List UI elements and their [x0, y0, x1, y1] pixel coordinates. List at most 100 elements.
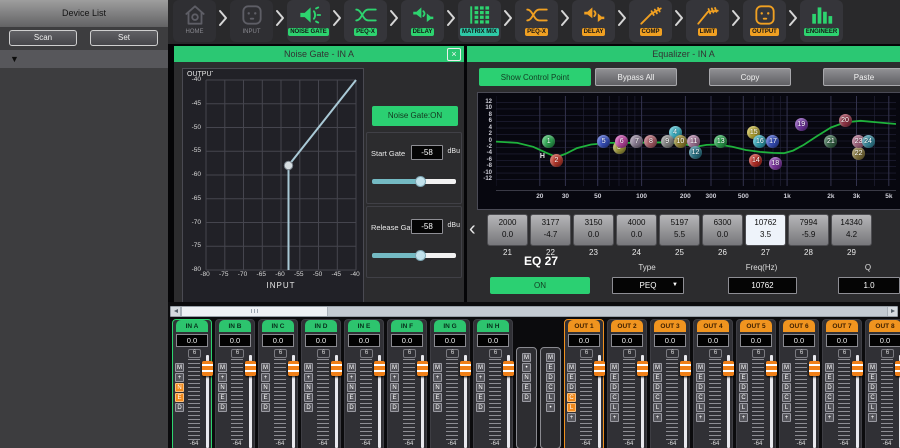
channel-button-d[interactable]: D: [261, 403, 270, 412]
eq-band-cell[interactable]: 3177-4.7: [530, 214, 571, 246]
channel-strip-out-6[interactable]: OUT 60.0MEDCL+6-64: [779, 319, 819, 448]
channel-strip-out-8[interactable]: OUT 80.0MEDCL+6-64: [865, 319, 900, 448]
channel-button-+[interactable]: +: [304, 373, 313, 382]
fader-handle[interactable]: [460, 361, 471, 376]
channel-button-d[interactable]: D: [175, 403, 184, 412]
channel-button-l[interactable]: L: [546, 393, 555, 402]
release-gate-value[interactable]: -58: [411, 219, 443, 234]
channel-button-c[interactable]: C: [653, 393, 662, 402]
eq-point-7[interactable]: 7: [630, 135, 643, 148]
channel-button-m[interactable]: M: [522, 353, 531, 362]
channel-button-+[interactable]: +: [610, 413, 619, 422]
channel-button-d[interactable]: D: [546, 373, 555, 382]
threshold-handle[interactable]: [284, 161, 292, 169]
channel-button-+[interactable]: +: [739, 413, 748, 422]
eq-point-9[interactable]: 9: [661, 135, 674, 148]
bands-scroll-left-icon[interactable]: ‹: [469, 218, 476, 241]
fader-handle[interactable]: [245, 361, 256, 376]
channel-button-n[interactable]: N: [476, 383, 485, 392]
channel-button-e[interactable]: E: [433, 393, 442, 402]
eq-band-cell[interactable]: 40000.0: [616, 214, 657, 246]
channel-button-d[interactable]: D: [696, 383, 705, 392]
channel-button-+[interactable]: +: [567, 413, 576, 422]
channel-tab[interactable]: OUT 4: [697, 320, 729, 332]
channel-button-d[interactable]: D: [433, 403, 442, 412]
channel-strip-in-d[interactable]: IN D0.0M+NED6-64: [301, 319, 341, 448]
toolbar-block-comp[interactable]: COMP: [629, 0, 672, 42]
toolbar-block-output[interactable]: OUTPUT: [743, 0, 786, 42]
eq-band-cell[interactable]: 31500.0: [573, 214, 614, 246]
channel-button-m[interactable]: M: [653, 363, 662, 372]
channel-strip-in-c[interactable]: IN C0.0M+NED6-64: [258, 319, 298, 448]
slider-thumb[interactable]: [415, 176, 426, 187]
channel-button-n[interactable]: N: [347, 383, 356, 392]
channel-tab[interactable]: IN B: [219, 320, 251, 332]
toolbar-block-matrix-mix[interactable]: MATRIX MIX: [458, 0, 501, 42]
channel-tab[interactable]: OUT 2: [611, 320, 643, 332]
channel-button-+[interactable]: +: [175, 373, 184, 382]
eq-point-18[interactable]: 18: [769, 157, 782, 170]
paste-button[interactable]: Paste: [823, 68, 900, 86]
fader-handle[interactable]: [288, 361, 299, 376]
fader-handle[interactable]: [723, 361, 734, 376]
channel-button-l[interactable]: L: [868, 403, 877, 412]
fader-handle[interactable]: [852, 361, 863, 376]
channel-button-e[interactable]: E: [476, 393, 485, 402]
channel-button-d[interactable]: D: [782, 383, 791, 392]
eq-point-16[interactable]: 16: [753, 135, 766, 148]
channel-button-m[interactable]: M: [610, 363, 619, 372]
channel-button-n[interactable]: N: [175, 383, 184, 392]
channel-strip-out-7[interactable]: OUT 70.0MEDCL+6-64: [822, 319, 862, 448]
channel-strip-out-1[interactable]: OUT 10.0MEDCL+6-64: [564, 319, 604, 448]
channel-button-d[interactable]: D: [347, 403, 356, 412]
start-gate-value[interactable]: -58: [411, 145, 443, 160]
eq-point-5[interactable]: 5: [597, 135, 610, 148]
channel-strip-in-g[interactable]: IN G0.0M+NED6-64: [430, 319, 470, 448]
channel-strip-in-b[interactable]: IN B0.0M+NED6-64: [215, 319, 255, 448]
channel-button-m[interactable]: M: [825, 363, 834, 372]
eq-band-cell[interactable]: 107623.5: [745, 214, 786, 246]
set-button[interactable]: Set: [90, 30, 158, 46]
channel-button-m[interactable]: M: [261, 363, 270, 372]
channel-strip-in-a[interactable]: IN A0.0M+NED6-64: [172, 319, 212, 448]
fader-handle[interactable]: [503, 361, 514, 376]
type-dropdown[interactable]: PEQ ▼: [612, 277, 684, 294]
scan-button[interactable]: Scan: [9, 30, 77, 46]
channel-tab[interactable]: OUT 1: [568, 320, 600, 332]
channel-button-d[interactable]: D: [868, 383, 877, 392]
channel-button-+[interactable]: +: [782, 413, 791, 422]
fader-handle[interactable]: [374, 361, 385, 376]
channel-strip-in-h[interactable]: IN H0.0M+NED6-64: [473, 319, 513, 448]
channel-button-e[interactable]: E: [868, 373, 877, 382]
channel-strip-in-e[interactable]: IN E0.0M+NED6-64: [344, 319, 384, 448]
channel-button-m[interactable]: M: [546, 353, 555, 362]
channel-button-l[interactable]: L: [825, 403, 834, 412]
channel-button-d[interactable]: D: [825, 383, 834, 392]
scrollbar-thumb[interactable]: [181, 307, 328, 316]
channel-tab[interactable]: IN E: [348, 320, 380, 332]
channel-button-+[interactable]: +: [868, 413, 877, 422]
channel-tab[interactable]: IN H: [477, 320, 509, 332]
channel-button-d[interactable]: D: [476, 403, 485, 412]
fader-handle[interactable]: [766, 361, 777, 376]
channel-button-e[interactable]: E: [390, 393, 399, 402]
toolbar-block-peq-x[interactable]: PEQ-X: [344, 0, 387, 42]
channel-button-+[interactable]: +: [261, 373, 270, 382]
fader-handle[interactable]: [895, 361, 900, 376]
toolbar-block-input[interactable]: INPUT: [230, 0, 273, 42]
noise-gate-on-button[interactable]: Noise Gate:ON: [372, 106, 458, 126]
channel-button-l[interactable]: L: [696, 403, 705, 412]
channel-button-m[interactable]: M: [567, 363, 576, 372]
channel-button-c[interactable]: C: [696, 393, 705, 402]
channel-button-e[interactable]: E: [218, 393, 227, 402]
channel-button-+[interactable]: +: [218, 373, 227, 382]
eq-hpf-marker[interactable]: H: [540, 153, 545, 160]
channel-button-m[interactable]: M: [696, 363, 705, 372]
channel-button-m[interactable]: M: [782, 363, 791, 372]
channel-button-+[interactable]: +: [433, 373, 442, 382]
channel-button-n[interactable]: N: [304, 383, 313, 392]
channel-strip-in-f[interactable]: IN F0.0M+NED6-64: [387, 319, 427, 448]
channel-tab[interactable]: IN A: [176, 320, 208, 332]
eq-point-14[interactable]: 14: [749, 154, 762, 167]
channel-button-m[interactable]: M: [739, 363, 748, 372]
